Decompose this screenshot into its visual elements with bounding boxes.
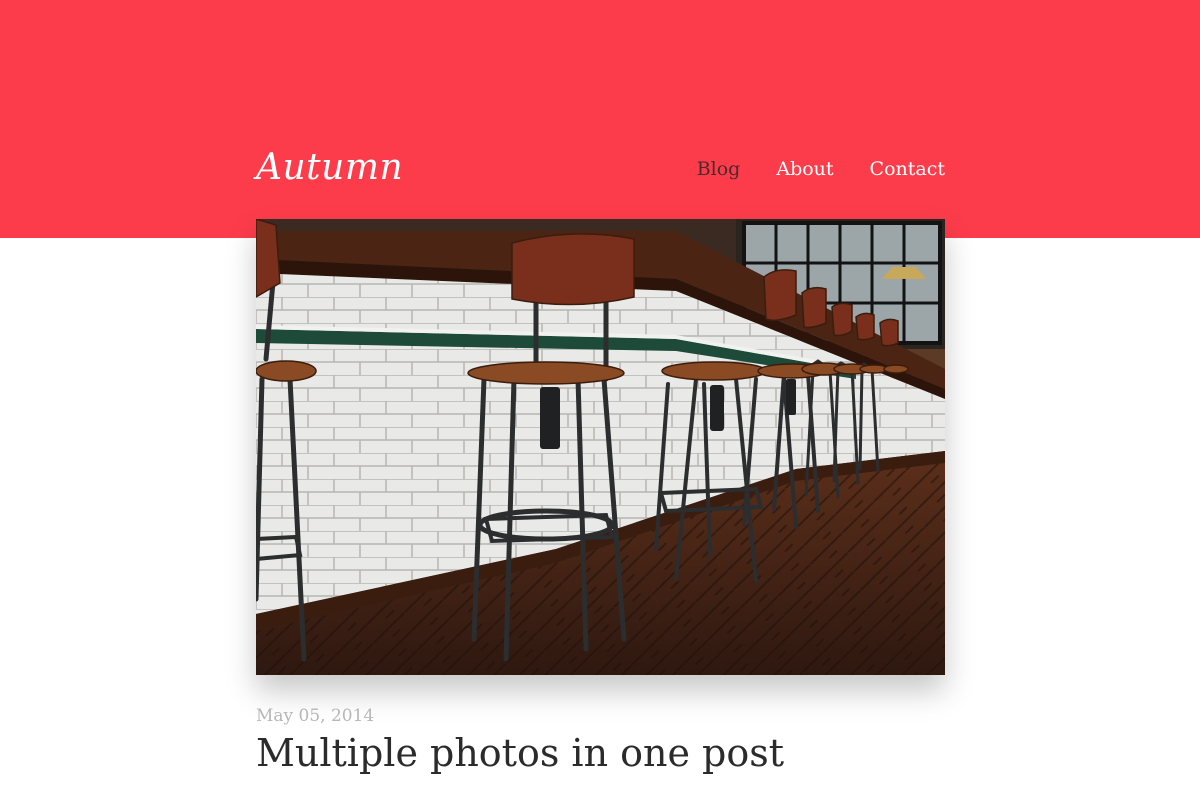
post-title[interactable]: Multiple photos in one post xyxy=(256,726,784,780)
post-hero-image[interactable] xyxy=(256,219,945,675)
nav-item-blog[interactable]: Blog xyxy=(697,156,741,182)
nav-item-contact[interactable]: Contact xyxy=(870,156,945,182)
nav-item-about[interactable]: About xyxy=(776,156,833,182)
bar-stools-photo xyxy=(256,219,945,675)
header-band xyxy=(0,0,1200,238)
main-nav: Blog About Contact xyxy=(661,156,945,182)
post-date: May 05, 2014 xyxy=(256,706,375,726)
site-title[interactable]: Autumn xyxy=(256,146,403,190)
